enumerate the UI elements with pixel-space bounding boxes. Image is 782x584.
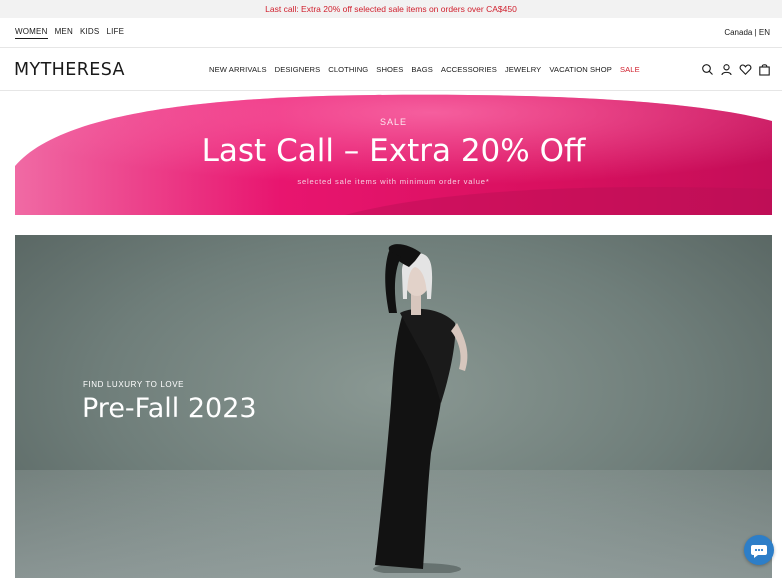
nav-new-arrivals[interactable]: NEW ARRIVALS [209,65,267,74]
hero-kicker: FIND LUXURY TO LOVE [83,380,185,389]
nav-sale[interactable]: SALE [620,65,640,74]
hero-model-image [373,244,468,573]
nav-accessories[interactable]: ACCESSORIES [441,65,497,74]
top-row: WOMEN MEN KIDS LIFE Canada | EN [0,18,782,48]
nav-shoes[interactable]: SHOES [376,65,403,74]
gender-tab-life[interactable]: LIFE [106,27,124,39]
nav-jewelry[interactable]: JEWELRY [505,65,541,74]
nav-designers[interactable]: DESIGNERS [275,65,321,74]
main-nav: MYTHERESA NEW ARRIVALS DESIGNERS CLOTHIN… [0,49,782,91]
header-icons [701,63,771,76]
hero-banner[interactable]: FIND LUXURY TO LOVE Pre-Fall 2023 [15,235,772,578]
category-nav: NEW ARRIVALS DESIGNERS CLOTHING SHOES BA… [209,65,640,74]
bag-icon[interactable] [758,63,771,76]
gender-tab-men[interactable]: MEN [55,27,73,39]
gender-tab-women[interactable]: WOMEN [15,27,48,39]
sale-banner[interactable]: SALE Last Call – Extra 20% Off selected … [15,91,772,215]
promo-text[interactable]: Last call: Extra 20% off selected sale i… [265,4,517,14]
wishlist-icon[interactable] [739,63,752,76]
gender-tab-kids[interactable]: KIDS [80,27,99,39]
sale-subtext: selected sale items with minimum order v… [297,177,490,186]
search-icon[interactable] [701,63,714,76]
sale-kicker: SALE [379,117,407,127]
chat-widget-button[interactable] [744,535,774,565]
promo-bar[interactable]: Last call: Extra 20% off selected sale i… [0,0,782,18]
locale-selector[interactable]: Canada | EN [724,28,770,37]
account-icon[interactable] [720,63,733,76]
nav-bags[interactable]: BAGS [411,65,433,74]
sale-headline: Last Call – Extra 20% Off [201,133,586,169]
chat-icon [751,545,767,558]
hero-title[interactable]: Pre-Fall 2023 [82,393,257,424]
gender-nav: WOMEN MEN KIDS LIFE [15,27,124,39]
site-logo[interactable]: MYTHERESA [14,60,125,80]
nav-clothing[interactable]: CLOTHING [328,65,368,74]
nav-vacation-shop[interactable]: VACATION SHOP [549,65,612,74]
